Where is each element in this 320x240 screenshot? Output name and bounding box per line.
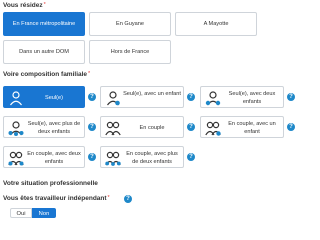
help-icon[interactable]: ? (187, 93, 195, 101)
help-icon[interactable]: ? (88, 153, 96, 161)
composition-option-seul-deux-enfants[interactable]: Seul(e), avec deux enfants (200, 86, 284, 108)
help-icon[interactable]: ? (287, 123, 295, 131)
required-mark: * (88, 71, 91, 77)
residence-option-mayotte[interactable]: A Mayotte (175, 12, 257, 36)
composition-option-label: En couple, avec plus de deux enfants (126, 151, 178, 165)
residence-option-label: Dans un autre DOM (19, 49, 69, 55)
couple-one-child-icon (205, 121, 221, 136)
composition-option-label: Seul(e), avec deux enfants (228, 91, 276, 105)
help-icon[interactable]: ? (88, 93, 96, 101)
composition-option-label: Seul(e), avec un enfant (123, 91, 181, 97)
residence-title: Vous résidez* (3, 2, 46, 9)
couple-icon (105, 121, 121, 136)
professional-title: Votre situation professionnelle (3, 180, 98, 187)
residence-option-hors-de-france[interactable]: Hors de France (89, 40, 171, 64)
composition-option-label: Seul(e) (44, 95, 64, 101)
composition-option-label: En couple, avec deux enfants (27, 151, 81, 165)
parent-one-child-icon (107, 91, 120, 106)
residence-option-label: A Mayotte (203, 21, 229, 27)
parent-many-children-icon (8, 121, 24, 136)
help-icon[interactable]: ? (287, 93, 295, 101)
residence-option-guyane[interactable]: En Guyane (89, 12, 171, 36)
independent-question: Vous êtes travailleur indépendant* (3, 195, 110, 202)
composition-option-seul[interactable]: Seul(e) (3, 86, 85, 108)
composition-option-label: Seul(e), avec plus de deux enfants (27, 121, 81, 135)
composition-title: Voire composition familiale* (3, 71, 91, 78)
parent-two-children-icon (205, 91, 221, 106)
residence-option-autre-dom[interactable]: Dans un autre DOM (3, 40, 85, 64)
residence-option-label: En France métropolitaine (12, 21, 76, 27)
composition-option-couple[interactable]: En couple (100, 116, 184, 138)
composition-option-couple-plus-deux-enfants[interactable]: En couple, avec plus de deux enfants (100, 146, 184, 168)
composition-option-label: En couple, avec un enfant (228, 121, 276, 135)
residence-option-label: En Guyane (116, 21, 144, 27)
residence-option-france-metropolitaine[interactable]: En France métropolitaine (3, 12, 85, 36)
composition-option-seul-un-enfant[interactable]: Seul(e), avec un enfant (100, 86, 184, 108)
required-mark: * (43, 2, 46, 8)
composition-option-label: En couple (139, 125, 165, 131)
couple-two-children-icon (8, 151, 24, 166)
composition-option-couple-deux-enfants[interactable]: En couple, avec deux enfants (3, 146, 85, 168)
composition-option-seul-plus-deux-enfants[interactable]: Seul(e), avec plus de deux enfants (3, 116, 85, 138)
help-icon[interactable]: ? (187, 153, 195, 161)
help-icon[interactable]: ? (187, 123, 195, 131)
independent-yes-button[interactable]: Oui (10, 208, 32, 218)
composition-option-couple-un-enfant[interactable]: En couple, avec un enfant (200, 116, 284, 138)
single-person-icon (10, 91, 22, 106)
help-icon[interactable]: ? (88, 123, 96, 131)
residence-option-label: Hors de France (110, 49, 150, 55)
independent-no-button[interactable]: Non (32, 208, 56, 218)
required-mark: * (107, 195, 110, 201)
couple-many-children-icon (105, 151, 121, 166)
help-icon[interactable]: ? (124, 195, 132, 203)
